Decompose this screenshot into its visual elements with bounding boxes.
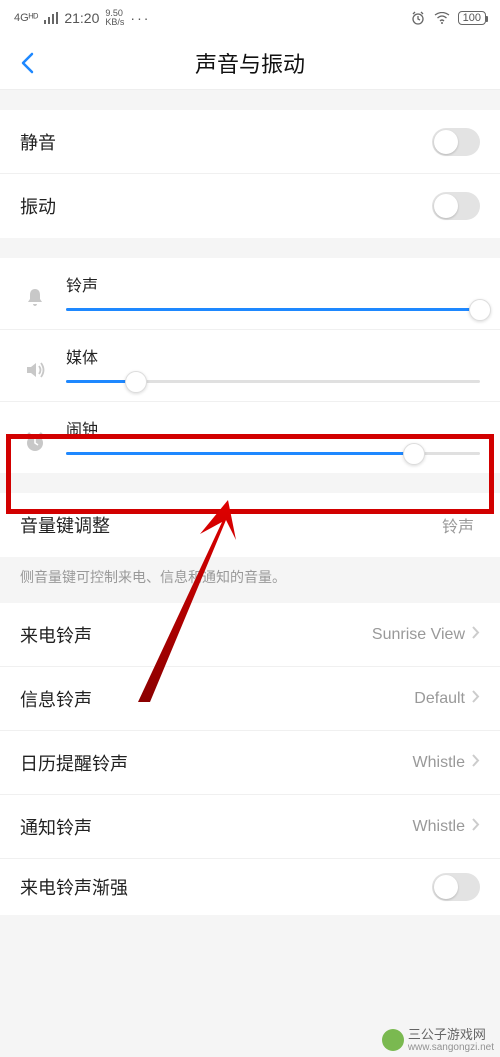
media-slider-row: 媒体 bbox=[0, 330, 500, 402]
msg-ringtone-row[interactable]: 信息铃声 Default bbox=[0, 667, 500, 731]
vibrate-row[interactable]: 振动 bbox=[0, 174, 500, 238]
watermark-logo-icon bbox=[382, 1029, 404, 1051]
msg-ringtone-value: Default bbox=[414, 690, 465, 708]
mute-toggle[interactable] bbox=[432, 128, 480, 156]
incoming-ringtone-row[interactable]: 来电铃声 Sunrise View bbox=[0, 603, 500, 667]
back-button[interactable] bbox=[10, 46, 44, 80]
network-type: 4Gᴴᴰ bbox=[14, 12, 38, 24]
crescendo-label: 来电铃声渐强 bbox=[20, 874, 432, 900]
notif-ringtone-value: Whistle bbox=[413, 818, 465, 836]
watermark-text: 三公子游戏网 bbox=[408, 1028, 494, 1042]
volume-key-desc: 侧音量键可控制来电、信息和通知的音量。 bbox=[0, 557, 500, 603]
sound-toggles-group: 静音 振动 bbox=[0, 110, 500, 238]
ringtone-slider[interactable] bbox=[66, 308, 480, 311]
ringtone-slider-label: 铃声 bbox=[66, 272, 480, 296]
alarm-slider-row: 闹钟 bbox=[0, 402, 500, 473]
vibrate-toggle[interactable] bbox=[432, 192, 480, 220]
more-icon: ··· bbox=[130, 10, 150, 26]
watermark-url: www.sangongzi.net bbox=[408, 1042, 494, 1053]
speaker-icon bbox=[20, 344, 50, 382]
media-slider[interactable] bbox=[66, 380, 480, 383]
page-header: 声音与振动 bbox=[0, 36, 500, 90]
calendar-ringtone-value: Whistle bbox=[413, 754, 465, 772]
calendar-ringtone-row[interactable]: 日历提醒铃声 Whistle bbox=[0, 731, 500, 795]
calendar-ringtone-label: 日历提醒铃声 bbox=[20, 750, 413, 776]
status-bar: 4Gᴴᴰ 21:20 9.50 KB/s ··· 100 bbox=[0, 0, 500, 36]
crescendo-row[interactable]: 来电铃声渐强 bbox=[0, 859, 500, 915]
incoming-ringtone-label: 来电铃声 bbox=[20, 622, 372, 648]
msg-ringtone-label: 信息铃声 bbox=[20, 686, 414, 712]
volume-key-group: 音量键调整 铃声 bbox=[0, 493, 500, 557]
crescendo-toggle[interactable] bbox=[432, 873, 480, 901]
vibrate-label: 振动 bbox=[20, 193, 432, 219]
chevron-right-icon bbox=[471, 753, 480, 773]
net-speed: 9.50 KB/s bbox=[105, 9, 124, 27]
battery-indicator: 100 bbox=[458, 11, 486, 25]
ringtone-group: 来电铃声 Sunrise View 信息铃声 Default 日历提醒铃声 Wh… bbox=[0, 603, 500, 915]
signal-icon bbox=[44, 12, 58, 24]
watermark: 三公子游戏网 www.sangongzi.net bbox=[382, 1028, 494, 1053]
volume-key-label: 音量键调整 bbox=[20, 512, 442, 538]
alarm-status-icon bbox=[410, 10, 426, 26]
incoming-ringtone-value: Sunrise View bbox=[372, 626, 465, 644]
chevron-right-icon bbox=[471, 689, 480, 709]
status-time: 21:20 bbox=[64, 10, 99, 26]
volume-key-row[interactable]: 音量键调整 铃声 bbox=[0, 493, 500, 557]
alarm-icon bbox=[20, 416, 50, 454]
notif-ringtone-label: 通知铃声 bbox=[20, 814, 413, 840]
mute-label: 静音 bbox=[20, 129, 432, 155]
wifi-icon bbox=[434, 12, 450, 24]
notif-ringtone-row[interactable]: 通知铃声 Whistle bbox=[0, 795, 500, 859]
ringtone-slider-row: 铃声 bbox=[0, 258, 500, 330]
mute-row[interactable]: 静音 bbox=[0, 110, 500, 174]
chevron-right-icon bbox=[471, 817, 480, 837]
chevron-right-icon bbox=[471, 625, 480, 645]
media-slider-label: 媒体 bbox=[66, 344, 480, 368]
bell-icon bbox=[20, 272, 50, 310]
page-title: 声音与振动 bbox=[0, 47, 500, 79]
volume-sliders-group: 铃声 媒体 闹钟 bbox=[0, 258, 500, 473]
alarm-slider[interactable] bbox=[66, 452, 480, 455]
volume-key-value: 铃声 bbox=[442, 513, 474, 537]
alarm-slider-label: 闹钟 bbox=[66, 416, 480, 440]
